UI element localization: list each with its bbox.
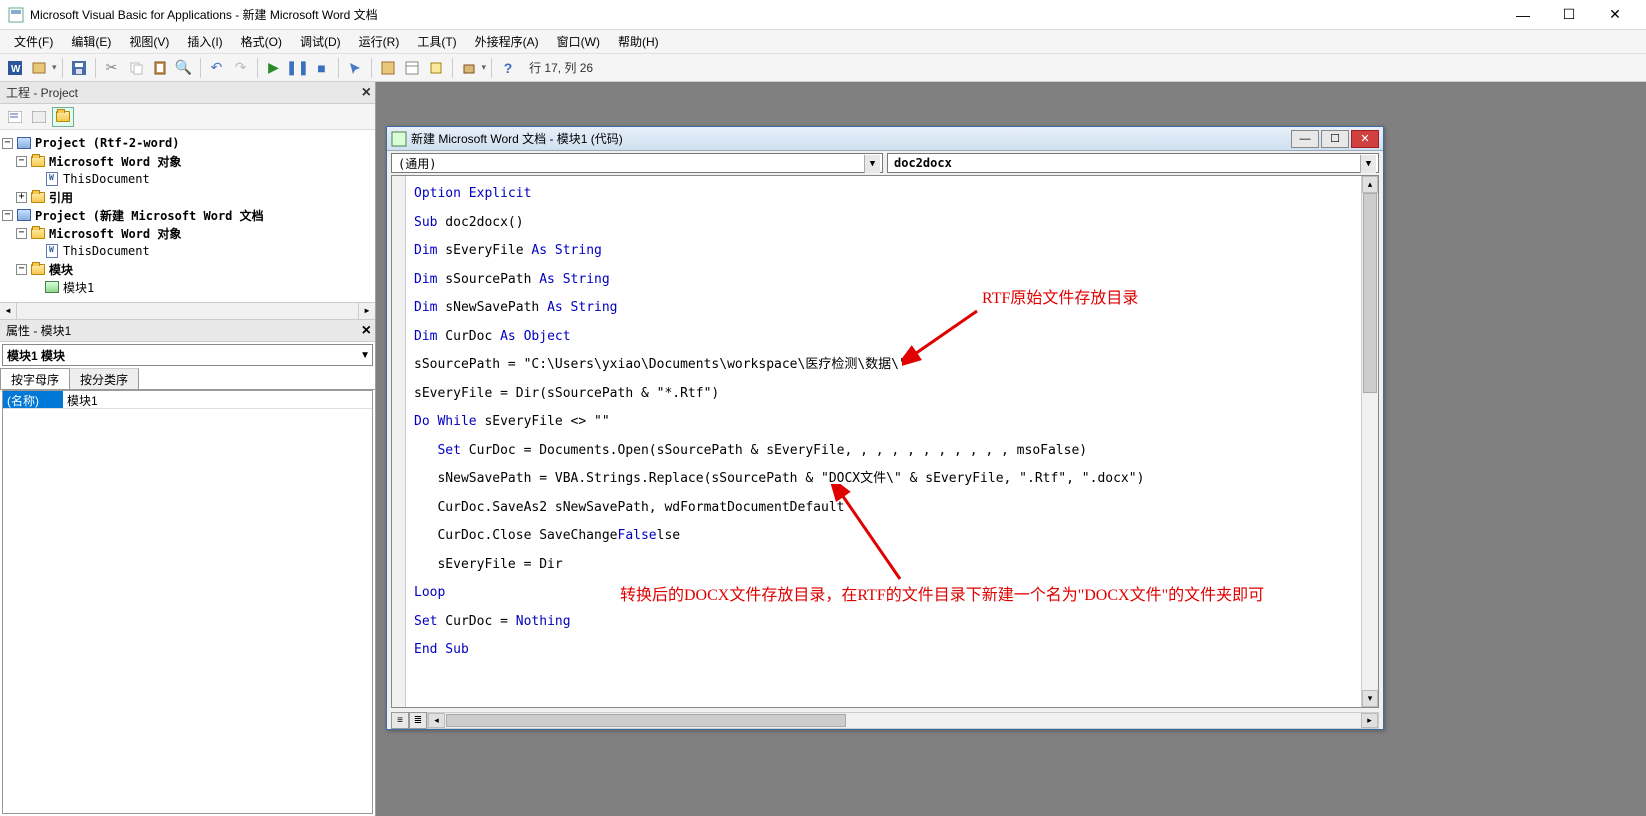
property-name-value[interactable]: 模块1 (63, 391, 372, 408)
tree-hscrollbar[interactable]: ◂▸ (0, 302, 375, 319)
menu-addins[interactable]: 外接程序(A) (467, 31, 547, 52)
properties-object-dropdown[interactable]: 模块1 模块 ▼ (2, 344, 373, 366)
menu-format[interactable]: 格式(O) (233, 31, 290, 52)
property-name-key: (名称) (3, 391, 63, 408)
menu-tools[interactable]: 工具(T) (409, 31, 464, 52)
object-dropdown[interactable]: (通用) ▼ (391, 153, 883, 173)
cursor-position: 行 17, 列 26 (529, 59, 593, 76)
minimize-button[interactable]: — (1500, 0, 1546, 30)
save-icon[interactable] (68, 57, 90, 79)
project-pane-toolbar (0, 104, 375, 130)
close-button[interactable]: ✕ (1592, 0, 1638, 30)
properties-tabs: 按字母序 按分类序 (0, 368, 375, 390)
toggle-folders-icon[interactable] (52, 107, 74, 127)
code-minimize-button[interactable]: — (1291, 130, 1319, 148)
procedure-view-button[interactable]: ≡ (391, 712, 409, 729)
code-margin (392, 176, 406, 707)
help-icon[interactable]: ? (497, 57, 519, 79)
tree-references[interactable]: 引用 (49, 189, 73, 206)
view-object-icon[interactable] (28, 107, 50, 127)
properties-pane-title: 属性 - 模块1 (6, 322, 71, 339)
design-mode-icon[interactable] (344, 57, 366, 79)
menu-insert[interactable]: 插入(I) (179, 31, 230, 52)
insert-module-icon[interactable] (28, 57, 50, 79)
property-row[interactable]: (名称) 模块1 (3, 391, 372, 409)
menu-edit[interactable]: 编辑(E) (63, 31, 119, 52)
toolbox-icon[interactable] (458, 57, 480, 79)
tab-categorized[interactable]: 按分类序 (69, 368, 139, 389)
app-icon (8, 7, 24, 23)
properties-pane-close-icon[interactable]: × (362, 322, 371, 340)
main-toolbar: W ▾ ✂ 🔍 ↶ ↷ ▶ ❚❚ ■ ▾ ? 行 17, 列 26 (0, 54, 1646, 82)
properties-grid[interactable]: (名称) 模块1 (2, 390, 373, 814)
menu-run[interactable]: 运行(R) (351, 31, 408, 52)
dropdown-arrow-icon: ▼ (360, 350, 370, 361)
code-window: 新建 Microsoft Word 文档 - 模块1 (代码) — ☐ ✕ (通… (386, 126, 1384, 730)
menu-help[interactable]: 帮助(H) (610, 31, 667, 52)
tree-project-2[interactable]: Project (新建 Microsoft Word 文档 (35, 207, 264, 224)
tab-alphabetic[interactable]: 按字母序 (0, 368, 70, 389)
app-title: Microsoft Visual Basic for Applications … (30, 6, 1500, 23)
menu-window[interactable]: 窗口(W) (549, 31, 608, 52)
project-pane-close-icon[interactable]: × (362, 84, 371, 102)
code-window-titlebar[interactable]: 新建 Microsoft Word 文档 - 模块1 (代码) — ☐ ✕ (387, 127, 1383, 151)
break-icon[interactable]: ❚❚ (287, 57, 309, 79)
project-explorer-icon[interactable] (377, 57, 399, 79)
maximize-button[interactable]: ☐ (1546, 0, 1592, 30)
svg-text:W: W (11, 64, 21, 75)
code-vscrollbar[interactable]: ▴ ▾ (1361, 176, 1378, 707)
menu-view[interactable]: 视图(V) (121, 31, 177, 52)
tree-word-objects-1[interactable]: Microsoft Word 对象 (49, 153, 181, 170)
full-module-view-button[interactable]: ≣ (409, 712, 427, 729)
tree-thisdocument-2[interactable]: ThisDocument (63, 244, 150, 258)
object-browser-icon[interactable] (425, 57, 447, 79)
code-window-icon (391, 131, 407, 147)
tree-thisdocument-1[interactable]: ThisDocument (63, 172, 150, 186)
project-tree[interactable]: −Project (Rtf-2-word) −Microsoft Word 对象… (0, 130, 375, 320)
code-hscrollbar[interactable]: ◂ ▸ (427, 712, 1379, 729)
copy-icon[interactable] (125, 57, 147, 79)
redo-icon[interactable]: ↷ (230, 57, 252, 79)
code-editor[interactable]: Option Explicit Sub doc2docx() Dim sEver… (406, 176, 1361, 707)
tree-project-1[interactable]: Project (Rtf-2-word) (35, 136, 180, 150)
run-icon[interactable]: ▶ (263, 57, 285, 79)
cut-icon[interactable]: ✂ (101, 57, 123, 79)
code-close-button[interactable]: ✕ (1351, 130, 1379, 148)
tree-modules[interactable]: 模块 (49, 261, 73, 278)
undo-icon[interactable]: ↶ (206, 57, 228, 79)
view-word-icon[interactable]: W (4, 57, 26, 79)
view-code-icon[interactable] (4, 107, 26, 127)
tree-word-objects-2[interactable]: Microsoft Word 对象 (49, 225, 181, 242)
find-icon[interactable]: 🔍 (173, 57, 195, 79)
paste-icon[interactable] (149, 57, 171, 79)
project-pane-title: 工程 - Project (6, 84, 78, 101)
properties-icon[interactable] (401, 57, 423, 79)
code-window-title: 新建 Microsoft Word 文档 - 模块1 (代码) (411, 130, 1291, 147)
procedure-dropdown[interactable]: doc2docx ▼ (887, 153, 1379, 173)
reset-icon[interactable]: ■ (311, 57, 333, 79)
left-panel: 工程 - Project × −Project (Rtf-2-word) −Mi… (0, 82, 376, 816)
dropdown-arrow-icon: ▼ (1360, 155, 1376, 173)
dropdown-arrow-icon: ▼ (864, 155, 880, 173)
mdi-client-area: 新建 Microsoft Word 文档 - 模块1 (代码) — ☐ ✕ (通… (376, 82, 1646, 816)
menu-debug[interactable]: 调试(D) (292, 31, 349, 52)
project-pane-header: 工程 - Project × (0, 82, 375, 104)
properties-pane-header: 属性 - 模块1 × (0, 320, 375, 342)
code-maximize-button[interactable]: ☐ (1321, 130, 1349, 148)
tree-module1[interactable]: 模块1 (63, 279, 94, 296)
menu-file[interactable]: 文件(F) (6, 31, 61, 52)
menubar: 文件(F) 编辑(E) 视图(V) 插入(I) 格式(O) 调试(D) 运行(R… (0, 30, 1646, 54)
app-titlebar: Microsoft Visual Basic for Applications … (0, 0, 1646, 30)
